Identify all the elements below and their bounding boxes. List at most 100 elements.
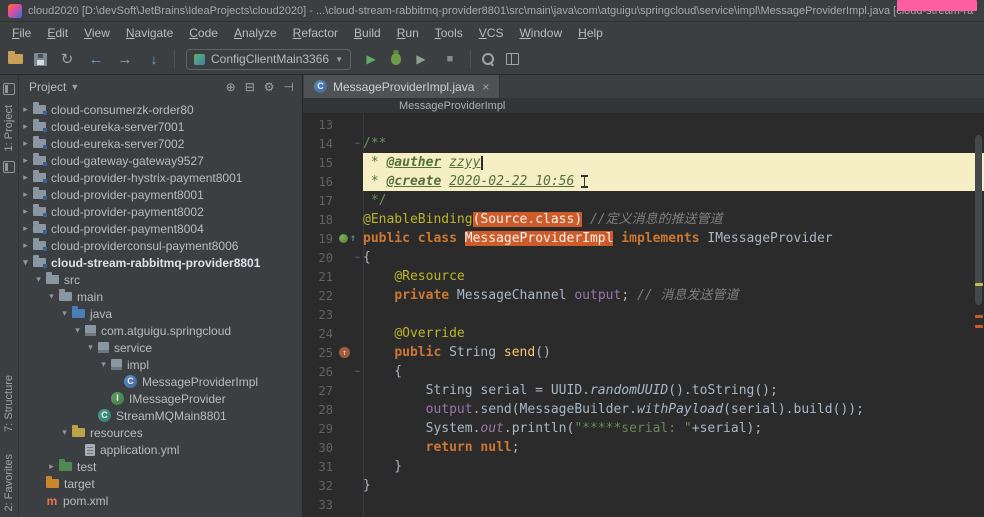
chevron-right-icon[interactable]: ▸ [21,138,30,149]
chevron-down-icon[interactable]: ▾ [99,359,108,370]
tree-item-cloud-stream-rabbitmq-provider8801[interactable]: ▾ cloud-stream-rabbitmq-provider8801 [19,254,302,271]
override-icon[interactable]: ↑ [339,347,350,358]
tree-item-main[interactable]: ▾ main [19,288,302,305]
spring-bean-icon[interactable] [339,234,348,243]
menu-help[interactable]: Help [570,24,611,42]
code-line-32[interactable]: 32} [303,476,984,495]
tree-item-target[interactable]: target [19,475,302,492]
code-line-19[interactable]: 19 ↑ public class MessageProviderImpl impl… [303,229,984,248]
stripe-favorites-label[interactable]: 2: Favorites [3,454,15,511]
tree-item-cloud-providerconsul-payment8006[interactable]: ▸ cloud-providerconsul-payment8006 [19,237,302,254]
menu-run[interactable]: Run [389,24,427,42]
chevron-down-icon[interactable]: ▾ [34,274,43,285]
menu-build[interactable]: Build [346,24,389,42]
chevron-right-icon[interactable]: ▸ [21,240,30,251]
layout-icon[interactable] [506,53,519,65]
code-line-26[interactable]: 26 − { [303,362,984,381]
tree-item-MessageProviderImpl[interactable]: C MessageProviderImpl [19,373,302,390]
find-icon[interactable] [482,52,495,66]
chevron-down-icon[interactable]: ▼ [70,82,79,92]
tree-item-service[interactable]: ▾ service [19,339,302,356]
code-line-20[interactable]: 20 −{ [303,248,984,267]
menu-view[interactable]: View [76,24,118,42]
tree-item-com.atguigu.springcloud[interactable]: ▾ com.atguigu.springcloud [19,322,302,339]
tree-item-cloud-provider-payment8002[interactable]: ▸ cloud-provider-payment8002 [19,203,302,220]
debug-icon[interactable] [391,50,401,65]
code-line-13[interactable]: 13 [303,115,984,134]
stripe-mark-orange-1[interactable] [975,315,983,318]
chevron-right-icon[interactable]: ▸ [21,223,30,234]
settings-icon[interactable]: ⚙ [264,80,275,94]
stripe-mark-orange-2[interactable] [975,325,983,328]
code-line-22[interactable]: 22 private MessageChannel output; // 消息发… [303,286,984,305]
menu-analyze[interactable]: Analyze [226,24,285,42]
chevron-down-icon[interactable]: ▾ [47,291,56,302]
stripe-structure-label[interactable]: 7: Structure [3,375,15,432]
tree-item-cloud-eureka-server7002[interactable]: ▸ cloud-eureka-server7002 [19,135,302,152]
menu-window[interactable]: Window [511,24,570,42]
code-line-21[interactable]: 21 @Resource [303,267,984,286]
tree-item-src[interactable]: ▾ src [19,271,302,288]
fold-icon[interactable]: − [355,253,363,263]
collapse-all-icon[interactable]: ⊟ [245,80,255,94]
code-line-16[interactable]: 16 * @create 2020-02-22 10:56 [303,172,984,191]
tree-item-cloud-provider-payment8004[interactable]: ▸ cloud-provider-payment8004 [19,220,302,237]
chevron-down-icon[interactable]: ▾ [60,427,69,438]
chevron-right-icon[interactable]: ▸ [21,121,30,132]
tree-item-cloud-consumerzk-order80[interactable]: ▸ cloud-consumerzk-order80 [19,101,302,118]
scrollbar-thumb[interactable] [975,135,982,305]
open-folder-icon[interactable] [8,51,23,64]
menu-file[interactable]: File [4,24,39,42]
stripe-mark-yellow[interactable] [975,283,983,286]
menu-tools[interactable]: Tools [427,24,471,42]
code-line-28[interactable]: 28 output.send(MessageBuilder.withPayloa… [303,400,984,419]
code-line-18[interactable]: 18 @EnableBinding(Source.class) //定义消息的推送… [303,210,984,229]
code-line-29[interactable]: 29 System.out.println("*****serial: "+se… [303,419,984,438]
tree-item-cloud-eureka-server7001[interactable]: ▸ cloud-eureka-server7001 [19,118,302,135]
menu-code[interactable]: Code [181,24,226,42]
chevron-right-icon[interactable]: ▸ [21,104,30,115]
chevron-right-icon[interactable]: ▸ [47,461,56,472]
code-line-17[interactable]: 17 */ [303,191,984,210]
forward-icon[interactable]: → [116,50,134,68]
code-line-33[interactable]: 33 [303,495,984,514]
menu-refactor[interactable]: Refactor [285,24,346,42]
save-all-icon[interactable] [34,52,47,66]
chevron-right-icon[interactable]: ▸ [21,189,30,200]
synchronize-icon[interactable]: ↻ [58,50,76,68]
tree-item-pom.xml[interactable]: m pom.xml [19,492,302,509]
project-header-title[interactable]: Project [29,80,66,94]
fold-icon[interactable]: − [355,367,363,377]
tree-item-cloud-provider-payment8001[interactable]: ▸ cloud-provider-payment8001 [19,186,302,203]
tree-item-cloud-gateway-gateway9527[interactable]: ▸ cloud-gateway-gateway9527 [19,152,302,169]
code-line-31[interactable]: 31 } [303,457,984,476]
code-line-30[interactable]: 30 return null; [303,438,984,457]
stripe-project-label[interactable]: 1: Project [3,105,15,151]
menu-vcs[interactable]: VCS [471,24,512,42]
run-configuration-select[interactable]: ConfigClientMain3366 ▼ [186,48,351,70]
coverage-icon[interactable]: ▶ [412,50,430,68]
tree-item-IMessageProvider[interactable]: I IMessageProvider [19,390,302,407]
tree-item-cloud-provider-hystrix-payment8001[interactable]: ▸ cloud-provider-hystrix-payment8001 [19,169,302,186]
tree-item-impl[interactable]: ▾ impl [19,356,302,373]
code-line-24[interactable]: 24 @Override [303,324,984,343]
editor-scrollbar[interactable] [973,115,984,517]
tree-item-application.yml[interactable]: application.yml [19,441,302,458]
implement-icon[interactable]: ↑ [350,233,356,244]
chevron-down-icon[interactable]: ▾ [73,325,82,336]
tab-messageproviderimpl[interactable]: C MessageProviderImpl.java × [304,75,501,98]
chevron-down-icon[interactable]: ▾ [86,342,95,353]
tree-item-java[interactable]: ▾ java [19,305,302,322]
tree-item-resources[interactable]: ▾ resources [19,424,302,441]
code-line-27[interactable]: 27 String serial = UUID.randomUUID().toS… [303,381,984,400]
update-project-icon[interactable]: ↓ [145,50,163,68]
chevron-down-icon[interactable]: ▾ [60,308,69,319]
chevron-right-icon[interactable]: ▸ [21,206,30,217]
code-line-23[interactable]: 23 [303,305,984,324]
menu-navigate[interactable]: Navigate [118,24,181,42]
hide-icon[interactable]: ⊣ [284,80,294,94]
chevron-right-icon[interactable]: ▸ [21,172,30,183]
tool-window-icon[interactable] [3,161,15,174]
code-area[interactable]: 13 14−/** 15 * @auther zzyy 16 * @create 20… [303,114,984,517]
run-icon[interactable]: ▶ [362,50,380,68]
